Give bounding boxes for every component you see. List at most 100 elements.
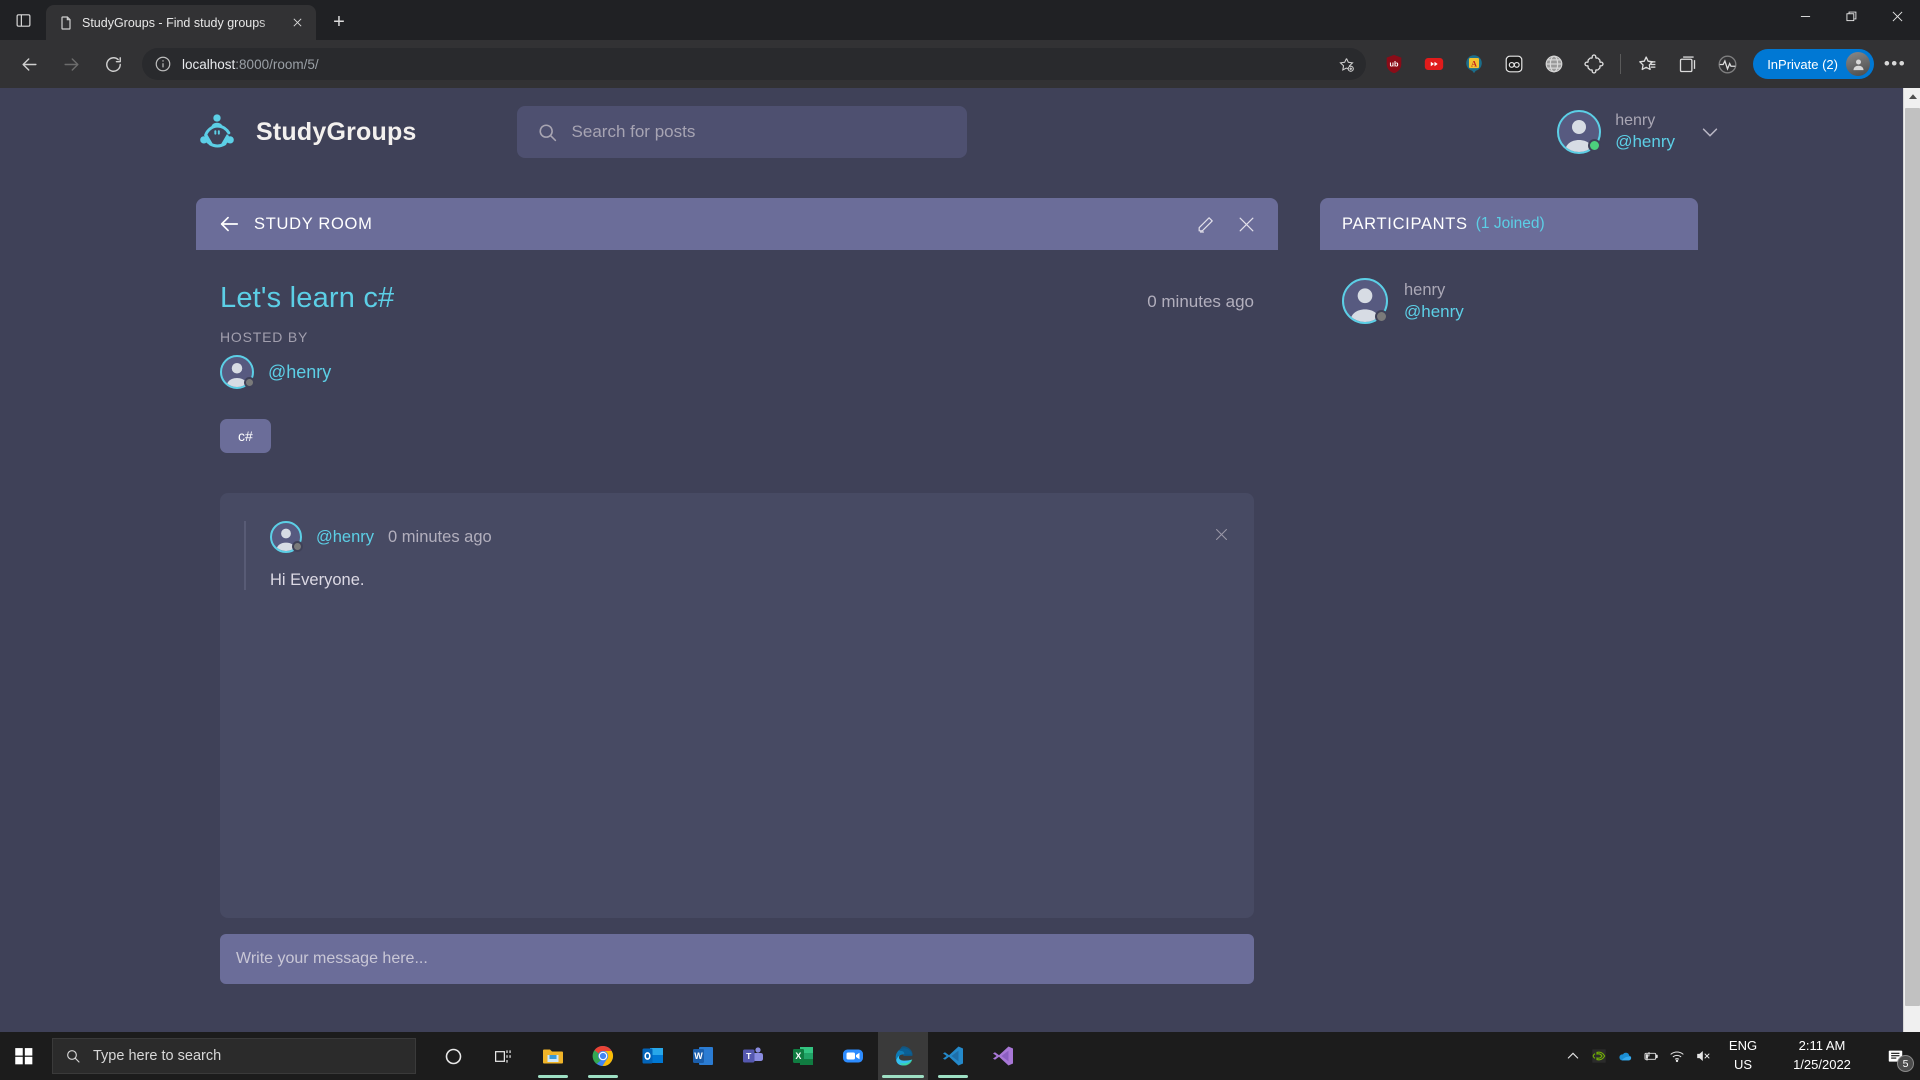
notification-icon[interactable]: 5 xyxy=(1874,1032,1916,1080)
browser-settings-more-button[interactable]: ••• xyxy=(1878,47,1912,81)
page-viewport: StudyGroups Search for posts xyxy=(0,88,1920,1048)
scrollbar-thumb[interactable] xyxy=(1905,108,1920,1006)
avatar xyxy=(1557,110,1601,154)
microsoft-edge-icon[interactable] xyxy=(878,1032,928,1080)
back-arrow-icon[interactable] xyxy=(218,213,240,235)
host-handle[interactable]: @henry xyxy=(268,362,331,383)
speaker-muted-icon[interactable] xyxy=(1690,1032,1716,1080)
search-icon xyxy=(537,122,558,143)
svg-text:W: W xyxy=(694,1051,703,1061)
participant-names: henry @henry xyxy=(1404,280,1464,323)
brand-name: StudyGroups xyxy=(256,118,417,147)
collections-icon[interactable] xyxy=(1671,48,1703,80)
clock[interactable]: 2:11 AM 1/25/2022 xyxy=(1770,1037,1874,1075)
back-button[interactable] xyxy=(11,46,47,82)
search-input[interactable]: Search for posts xyxy=(517,106,967,158)
nvidia-icon[interactable] xyxy=(1586,1032,1612,1080)
inprivate-label: InPrivate (2) xyxy=(1767,57,1838,72)
onedrive-icon[interactable] xyxy=(1612,1032,1638,1080)
study-room-actions xyxy=(1196,215,1256,234)
running-indicator xyxy=(938,1075,968,1078)
tab-close-icon[interactable] xyxy=(286,12,308,34)
studygroups-app: StudyGroups Search for posts xyxy=(0,88,1903,1048)
svg-text:X: X xyxy=(795,1051,801,1061)
conversation-area: @henry 0 minutes ago Hi Everyone. xyxy=(220,493,1254,918)
room-tags: c# xyxy=(196,389,1278,453)
search-icon xyxy=(65,1048,81,1064)
pencil-edit-icon[interactable] xyxy=(1196,215,1215,234)
close-window-button[interactable] xyxy=(1874,0,1920,32)
taskbar-search-input[interactable]: Type here to search xyxy=(52,1038,416,1074)
vs-code-insiders-icon[interactable] xyxy=(978,1032,1028,1080)
video-downloader-icon[interactable] xyxy=(1418,48,1450,80)
message-author[interactable]: @henry xyxy=(316,528,374,547)
avatar xyxy=(1342,278,1388,324)
file-explorer-icon[interactable] xyxy=(528,1032,578,1080)
minimize-button[interactable] xyxy=(1782,0,1828,32)
web-translate-icon[interactable] xyxy=(1538,48,1570,80)
inprivate-profile-button[interactable]: InPrivate (2) xyxy=(1753,49,1874,79)
ublock-origin-icon[interactable]: ub xyxy=(1378,48,1410,80)
task-view-icon[interactable] xyxy=(478,1032,528,1080)
word-icon[interactable]: W xyxy=(678,1032,728,1080)
clock-date: 1/25/2022 xyxy=(1770,1056,1874,1075)
favorites-star-icon[interactable] xyxy=(1631,48,1663,80)
windows-start-icon[interactable] xyxy=(0,1032,48,1080)
user-profile-menu[interactable]: henry @henry xyxy=(1557,110,1721,154)
grammar-checker-icon[interactable]: A xyxy=(1458,48,1490,80)
close-x-icon[interactable] xyxy=(1237,215,1256,234)
avatar xyxy=(220,355,254,389)
participants-list: henry @henry xyxy=(1320,250,1698,324)
tag-chip[interactable]: c# xyxy=(220,419,271,453)
zoom-icon[interactable] xyxy=(828,1032,878,1080)
vs-code-icon[interactable] xyxy=(928,1032,978,1080)
list-item[interactable]: henry @henry xyxy=(1320,278,1698,324)
add-favorite-icon[interactable] xyxy=(1332,50,1360,78)
maximize-button[interactable] xyxy=(1828,0,1874,32)
running-indicator xyxy=(538,1075,568,1078)
page-scrollbar[interactable] xyxy=(1903,88,1920,1048)
taskbar-search-placeholder: Type here to search xyxy=(93,1048,221,1064)
participants-panel: PARTICIPANTS (1 Joined) xyxy=(1320,198,1698,984)
outlook-icon[interactable] xyxy=(628,1032,678,1080)
readability-icon[interactable] xyxy=(1498,48,1530,80)
new-tab-button[interactable]: + xyxy=(322,5,356,39)
google-chrome-icon[interactable] xyxy=(578,1032,628,1080)
excel-icon[interactable]: X xyxy=(778,1032,828,1080)
brand-logo-link[interactable]: StudyGroups xyxy=(196,111,417,153)
address-bar[interactable]: localhost:8000/room/5/ xyxy=(142,48,1366,80)
input-language-indicator[interactable]: ENG US xyxy=(1716,1037,1770,1075)
scroll-up-arrow-icon[interactable] xyxy=(1904,88,1920,105)
wifi-icon[interactable] xyxy=(1664,1032,1690,1080)
chevron-up-icon[interactable] xyxy=(1560,1032,1586,1080)
room-name[interactable]: Let's learn c# xyxy=(220,282,394,315)
notification-count: 5 xyxy=(1897,1055,1914,1072)
delete-message-icon[interactable] xyxy=(1213,526,1230,548)
message-input[interactable]: Write your message here... xyxy=(220,934,1254,984)
info-circle-icon[interactable] xyxy=(154,55,172,73)
person-icon xyxy=(1846,52,1870,76)
window-controls xyxy=(1782,0,1920,32)
extensions-row: ub A xyxy=(1374,48,1614,80)
language-line2: US xyxy=(1718,1056,1768,1075)
browser-essentials-icon[interactable] xyxy=(1711,48,1743,80)
room-host[interactable]: @henry xyxy=(196,345,1278,389)
cortana-icon[interactable] xyxy=(428,1032,478,1080)
windows-taskbar: Type here to search xyxy=(0,1032,1920,1080)
avatar xyxy=(270,521,302,553)
document-icon xyxy=(58,15,74,31)
chevron-down-icon[interactable] xyxy=(1699,121,1721,143)
browser-tab[interactable]: StudyGroups - Find study groups xyxy=(46,5,316,40)
reload-button[interactable] xyxy=(95,46,131,82)
search-placeholder: Search for posts xyxy=(572,122,696,142)
teams-icon[interactable]: T xyxy=(728,1032,778,1080)
status-badge xyxy=(1588,139,1601,152)
tab-actions-icon[interactable] xyxy=(0,0,46,40)
battery-charging-icon[interactable] xyxy=(1638,1032,1664,1080)
hosted-by-label: HOSTED BY xyxy=(196,315,1278,345)
participants-title: PARTICIPANTS xyxy=(1342,215,1468,234)
forward-button[interactable] xyxy=(53,46,89,82)
taskbar-apps: W T X xyxy=(428,1032,1028,1080)
extensions-puzzle-icon[interactable] xyxy=(1578,48,1610,80)
profile-handle: @henry xyxy=(1615,131,1675,152)
